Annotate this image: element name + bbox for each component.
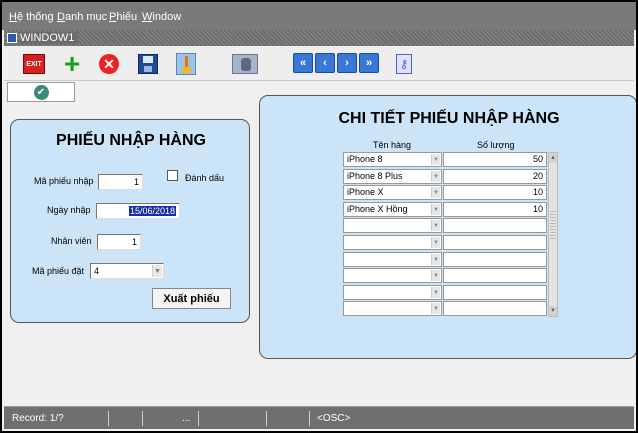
ten-hang-cell[interactable]: ▼ — [343, 285, 442, 300]
app-logo-icon — [7, 33, 17, 43]
chevron-down-icon[interactable]: ▼ — [431, 154, 440, 165]
delete-button[interactable]: ✕ — [99, 54, 119, 74]
status-divider — [309, 411, 310, 426]
so-luong-cell[interactable] — [443, 252, 547, 267]
ma-phieu-nhap-field[interactable]: 1 — [98, 174, 143, 190]
ten-hang-cell[interactable]: iPhone X ▼ — [343, 185, 442, 200]
so-luong-cell[interactable] — [443, 301, 547, 316]
danh-dau-label: Đánh dấu — [185, 173, 225, 183]
double-chevron-left-icon: « — [299, 57, 307, 69]
col-header-so-luong: Số lượng — [477, 140, 515, 150]
ten-hang-value: iPhone 8 — [347, 154, 383, 164]
previous-record-button[interactable]: ‹ — [315, 53, 335, 73]
window-title: WINDOW1 — [20, 32, 79, 44]
so-luong-cell[interactable]: 10 — [443, 202, 547, 217]
ten-hang-cell[interactable]: ▼ — [343, 301, 442, 316]
first-record-button[interactable]: « — [293, 53, 313, 73]
chevron-down-icon[interactable]: ▼ — [431, 187, 440, 198]
ten-hang-cell[interactable]: iPhone X Hồng ▼ — [343, 202, 442, 217]
ma-phieu-dat-label: Mã phiếu đặt — [32, 266, 85, 276]
ngay-nhap-value: 15/06/2018 — [128, 206, 176, 216]
col-header-ten-hang: Tên hàng — [373, 140, 412, 150]
add-button[interactable]: + — [60, 48, 84, 79]
window-title-bar: WINDOW1 — [4, 30, 634, 46]
so-luong-cell[interactable]: 20 — [443, 169, 547, 184]
chevron-down-icon[interactable]: ▼ — [431, 287, 440, 298]
exit-button[interactable]: EXIT — [23, 54, 45, 74]
help-button[interactable]: ⚷ — [396, 54, 412, 74]
status-divider — [198, 411, 199, 426]
scroll-up-icon[interactable]: ▲ — [549, 153, 557, 163]
database-button[interactable] — [232, 54, 258, 74]
chevron-down-icon[interactable]: ▼ — [431, 171, 440, 182]
nhan-vien-field[interactable]: 1 — [97, 234, 141, 250]
so-luong-cell[interactable] — [443, 285, 547, 300]
chevron-left-icon: ‹ — [323, 57, 327, 69]
so-luong-cell[interactable] — [443, 218, 547, 233]
chevron-down-icon[interactable]: ▼ — [431, 270, 440, 281]
ten-hang-cell[interactable]: ▼ — [343, 235, 442, 250]
ngay-nhap-field[interactable]: 15/06/2018 — [96, 203, 180, 219]
chi-tiet-panel: CHI TIẾT PHIẾU NHẬP HÀNG Tên hàng Số lượ… — [259, 95, 636, 359]
ten-hang-cell[interactable]: ▼ — [343, 218, 442, 233]
so-luong-cell[interactable]: 50 — [443, 152, 547, 167]
key-icon: ⚷ — [399, 57, 409, 71]
last-record-button[interactable]: » — [359, 53, 379, 73]
nhan-vien-label: Nhân viên — [51, 236, 92, 246]
next-record-button[interactable]: › — [337, 53, 357, 73]
ngay-nhap-label: Ngày nhập — [47, 205, 91, 215]
ten-hang-cell[interactable]: iPhone 8 ▼ — [343, 152, 442, 167]
phieu-nhap-title: PHIẾU NHẬP HÀNG — [56, 132, 206, 149]
record-navigation: « ‹ › » — [293, 53, 379, 75]
phieu-nhap-panel: PHIẾU NHẬP HÀNG Mã phiếu nhập 1 Đánh dấu… — [10, 119, 250, 323]
status-divider — [266, 411, 267, 426]
status-divider — [108, 411, 109, 426]
so-luong-cell[interactable]: 10 — [443, 185, 547, 200]
so-luong-cell[interactable] — [443, 268, 547, 283]
double-chevron-right-icon: » — [365, 57, 373, 69]
scroll-down-icon[interactable]: ▼ — [549, 306, 557, 316]
chi-tiet-title: CHI TIẾT PHIẾU NHẬP HÀNG — [338, 110, 560, 127]
ten-hang-cell[interactable]: ▼ — [343, 268, 442, 283]
ma-phieu-nhap-label: Mã phiếu nhập — [34, 176, 94, 186]
menu-phieu[interactable]: Phiếu — [109, 11, 137, 23]
so-luong-cell[interactable] — [443, 235, 547, 250]
vertical-scrollbar[interactable]: ▲ ▼ — [548, 152, 558, 317]
record-status: Record: 1/? — [12, 413, 64, 424]
chevron-down-icon[interactable]: ▼ — [431, 254, 440, 265]
clear-button[interactable] — [176, 53, 196, 75]
chevron-down-icon[interactable]: ▼ — [431, 237, 440, 248]
ma-phieu-dat-select[interactable]: 4 ▼ — [90, 263, 164, 279]
danh-dau-checkbox[interactable] — [167, 170, 178, 181]
plus-icon: + — [63, 48, 81, 79]
confirm-button[interactable]: ✔ — [7, 82, 75, 102]
ten-hang-cell[interactable]: iPhone 8 Plus ▼ — [343, 169, 442, 184]
chevron-down-icon[interactable]: ▼ — [431, 220, 440, 231]
xuat-phieu-button[interactable]: Xuất phiếu — [152, 288, 231, 309]
exit-icon: EXIT — [26, 60, 42, 68]
chevron-down-icon[interactable]: ▼ — [431, 303, 440, 314]
status-dots: ... — [182, 413, 191, 424]
toolbar: EXIT + ✕ « ‹ › » ⚷ — [4, 47, 634, 81]
chevron-down-icon[interactable]: ▼ — [431, 204, 440, 215]
ten-hang-cell[interactable]: ▼ — [343, 252, 442, 267]
ma-phieu-dat-value: 4 — [94, 266, 100, 276]
menu-danh-muc[interactable]: Danh mục — [57, 11, 107, 23]
status-bar: Record: 1/? ... <OSC> — [4, 406, 634, 429]
chevron-right-icon: › — [345, 57, 349, 69]
menu-he-thong[interactable]: Hệ thống — [9, 11, 54, 23]
app-window: Hệ thống Danh mục Phiếu Window WINDOW1 E… — [0, 0, 638, 433]
check-icon: ✔ — [33, 84, 49, 100]
save-button[interactable] — [138, 54, 158, 74]
close-icon: ✕ — [103, 55, 115, 72]
ten-hang-value: iPhone X — [347, 187, 384, 197]
scroll-grip[interactable] — [550, 211, 556, 239]
osc-status: <OSC> — [317, 413, 351, 424]
menu-bar: Hệ thống Danh mục Phiếu Window — [2, 2, 636, 30]
ten-hang-value: iPhone X Hồng — [347, 204, 408, 214]
menu-window[interactable]: Window — [142, 11, 181, 23]
status-divider — [142, 411, 143, 426]
chevron-down-icon[interactable]: ▼ — [152, 265, 162, 277]
ten-hang-value: iPhone 8 Plus — [347, 171, 403, 181]
